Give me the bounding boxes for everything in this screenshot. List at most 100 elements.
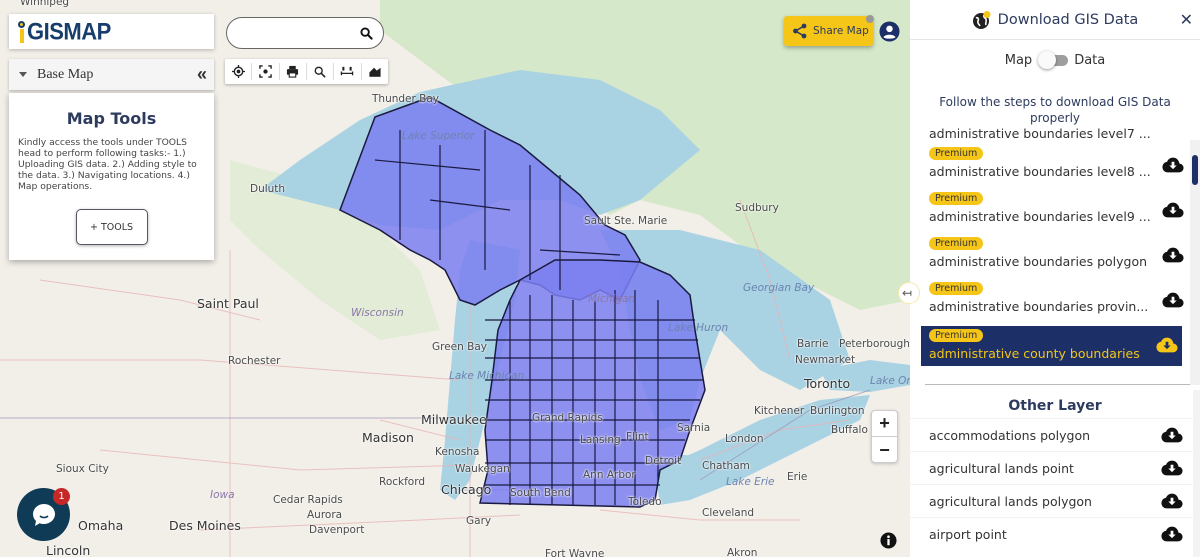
chat-bubble-icon [32,503,55,526]
map-label: Kitchener [754,405,805,417]
premium-badge: Premium [929,282,984,295]
cloud-download-icon[interactable] [1161,493,1183,509]
share-icon [793,23,807,39]
collapse-side-panel-button[interactable]: ↤ [898,282,920,304]
map-label: Akron [727,547,758,557]
map-canvas[interactable]: Winnipeg Thunder Bay Lake Superior Duluth Sa… [0,0,910,557]
cloud-download-icon[interactable] [1162,157,1184,173]
map-label: Wisconsin [351,307,404,319]
map-label: Toronto [804,376,851,391]
map-tools-title: Map Tools [66,109,157,128]
map-label: Saint Paul [197,296,259,311]
map-label: Omaha [78,518,124,533]
search-icon[interactable] [360,26,373,40]
map-label: Detroit [645,455,682,467]
zoom-control: + − [871,410,898,463]
map-tools-card: Map Tools Kindly access the tools under … [9,93,214,260]
map-label: Lincoln [46,543,91,557]
map-label: South Bend [510,487,571,499]
map-label: Milwaukee [421,412,487,427]
map-label: Aurora [307,509,343,521]
zoom-in-button[interactable]: + [872,411,897,437]
list-item[interactable]: Premium administrative boundaries level9… [910,189,1190,234]
tools-button[interactable]: + TOOLS [75,209,148,245]
chat-unread-badge: 1 [53,488,70,505]
focus-button[interactable] [252,63,280,80]
cloud-download-icon[interactable] [1161,460,1183,476]
list-item-selected[interactable]: Premium administrative county boundaries [921,326,1182,366]
locate-button[interactable] [225,63,253,80]
panel-header: Download GIS Data ✕ [910,0,1200,40]
map-label: Erie [787,471,808,483]
map-label: Chatham [702,460,750,472]
cloud-download-icon[interactable] [1162,247,1184,263]
other-list-scrollbar[interactable] [1193,390,1200,557]
list-item[interactable]: airport point [910,517,1200,550]
igismap-logo[interactable]: GISMAP [9,14,214,49]
map-data-toggle-row: Map Data [910,40,1200,80]
cloud-download-icon[interactable] [1162,202,1184,218]
layer-name: administrative boundaries provin... [929,299,1149,314]
cloud-download-icon[interactable] [1156,337,1178,353]
list-item[interactable]: Premium administrative boundaries level8… [910,144,1190,189]
list-item[interactable]: administrative boundaries level7 ... [910,128,1190,144]
map-label: Toledo [628,496,662,508]
map-data-switch[interactable] [1038,51,1069,69]
focus-icon [259,65,272,78]
map-label: Michigan [588,293,636,305]
layer-name: agricultural lands point [929,461,1074,476]
list-item[interactable]: agricultural lands point [910,451,1200,484]
steps-instruction: Follow the steps to download GIS Data pr… [939,95,1171,125]
search-box [226,17,384,49]
layer-name: administrative boundaries polygon [929,254,1148,269]
cloud-download-icon[interactable] [1162,292,1184,308]
map-label: Burlington [810,405,865,417]
list-item[interactable]: Premium administrative boundaries provin… [910,279,1190,324]
basemap-toggle[interactable]: Base Map « [9,59,214,90]
search-input[interactable] [239,24,359,42]
map-label: Newmarket [795,354,856,366]
map-label: Sarnia [677,422,711,434]
locate-icon [231,65,245,78]
list-item[interactable]: accommodations polygon [910,418,1200,451]
map-label: Lake Huron [668,322,729,334]
map-label: Barrie [797,338,829,350]
map-toolbar [225,59,388,84]
map-label: Sault Ste. Marie [584,215,668,227]
layers-icon [369,67,381,77]
info-icon[interactable] [880,532,897,549]
toggle-label-map: Map [1004,52,1033,68]
close-panel-icon[interactable]: ✕ [1180,10,1193,30]
premium-badge: Premium [929,329,984,342]
layer-name: airport point [929,527,1007,542]
list-item[interactable]: Premium administrative boundaries polygo… [910,234,1190,279]
share-map-button[interactable]: Share Map [784,16,873,46]
collapse-panel-icon[interactable]: « [197,64,207,85]
scrollbar-thumb[interactable] [1192,155,1198,185]
zoom-search-button[interactable] [307,63,335,80]
cloud-download-icon[interactable] [1161,526,1183,542]
map-label: Chicago [441,482,492,497]
map-label: London [725,433,764,445]
map-tools-description: Kindly access the tools under TOOLS head… [18,137,197,192]
map-label: Cleveland [702,507,755,519]
zoom-search-icon [314,66,326,78]
list-item[interactable]: agricultural lands polygon [910,484,1200,517]
map-label: Green Bay [432,341,487,353]
map-label: Lake Ontario [870,375,910,387]
measure-button[interactable] [334,63,362,80]
print-button[interactable] [280,63,307,80]
panel-title: Download GIS Data [997,11,1139,28]
measure-icon [341,66,354,76]
layers-button[interactable] [362,63,388,80]
caret-down-icon [19,72,27,77]
layer-name: administrative boundaries level7 ... [929,128,1151,141]
map-label: Thunder Bay [372,93,440,105]
user-account-icon[interactable] [879,21,900,42]
zoom-out-button[interactable]: − [872,437,897,463]
map-label: Gary [466,515,492,527]
map-label: Waukegan [455,463,510,475]
map-label: Flint [626,431,649,443]
map-label: Fort Wayne [545,548,605,557]
cloud-download-icon[interactable] [1161,427,1183,443]
